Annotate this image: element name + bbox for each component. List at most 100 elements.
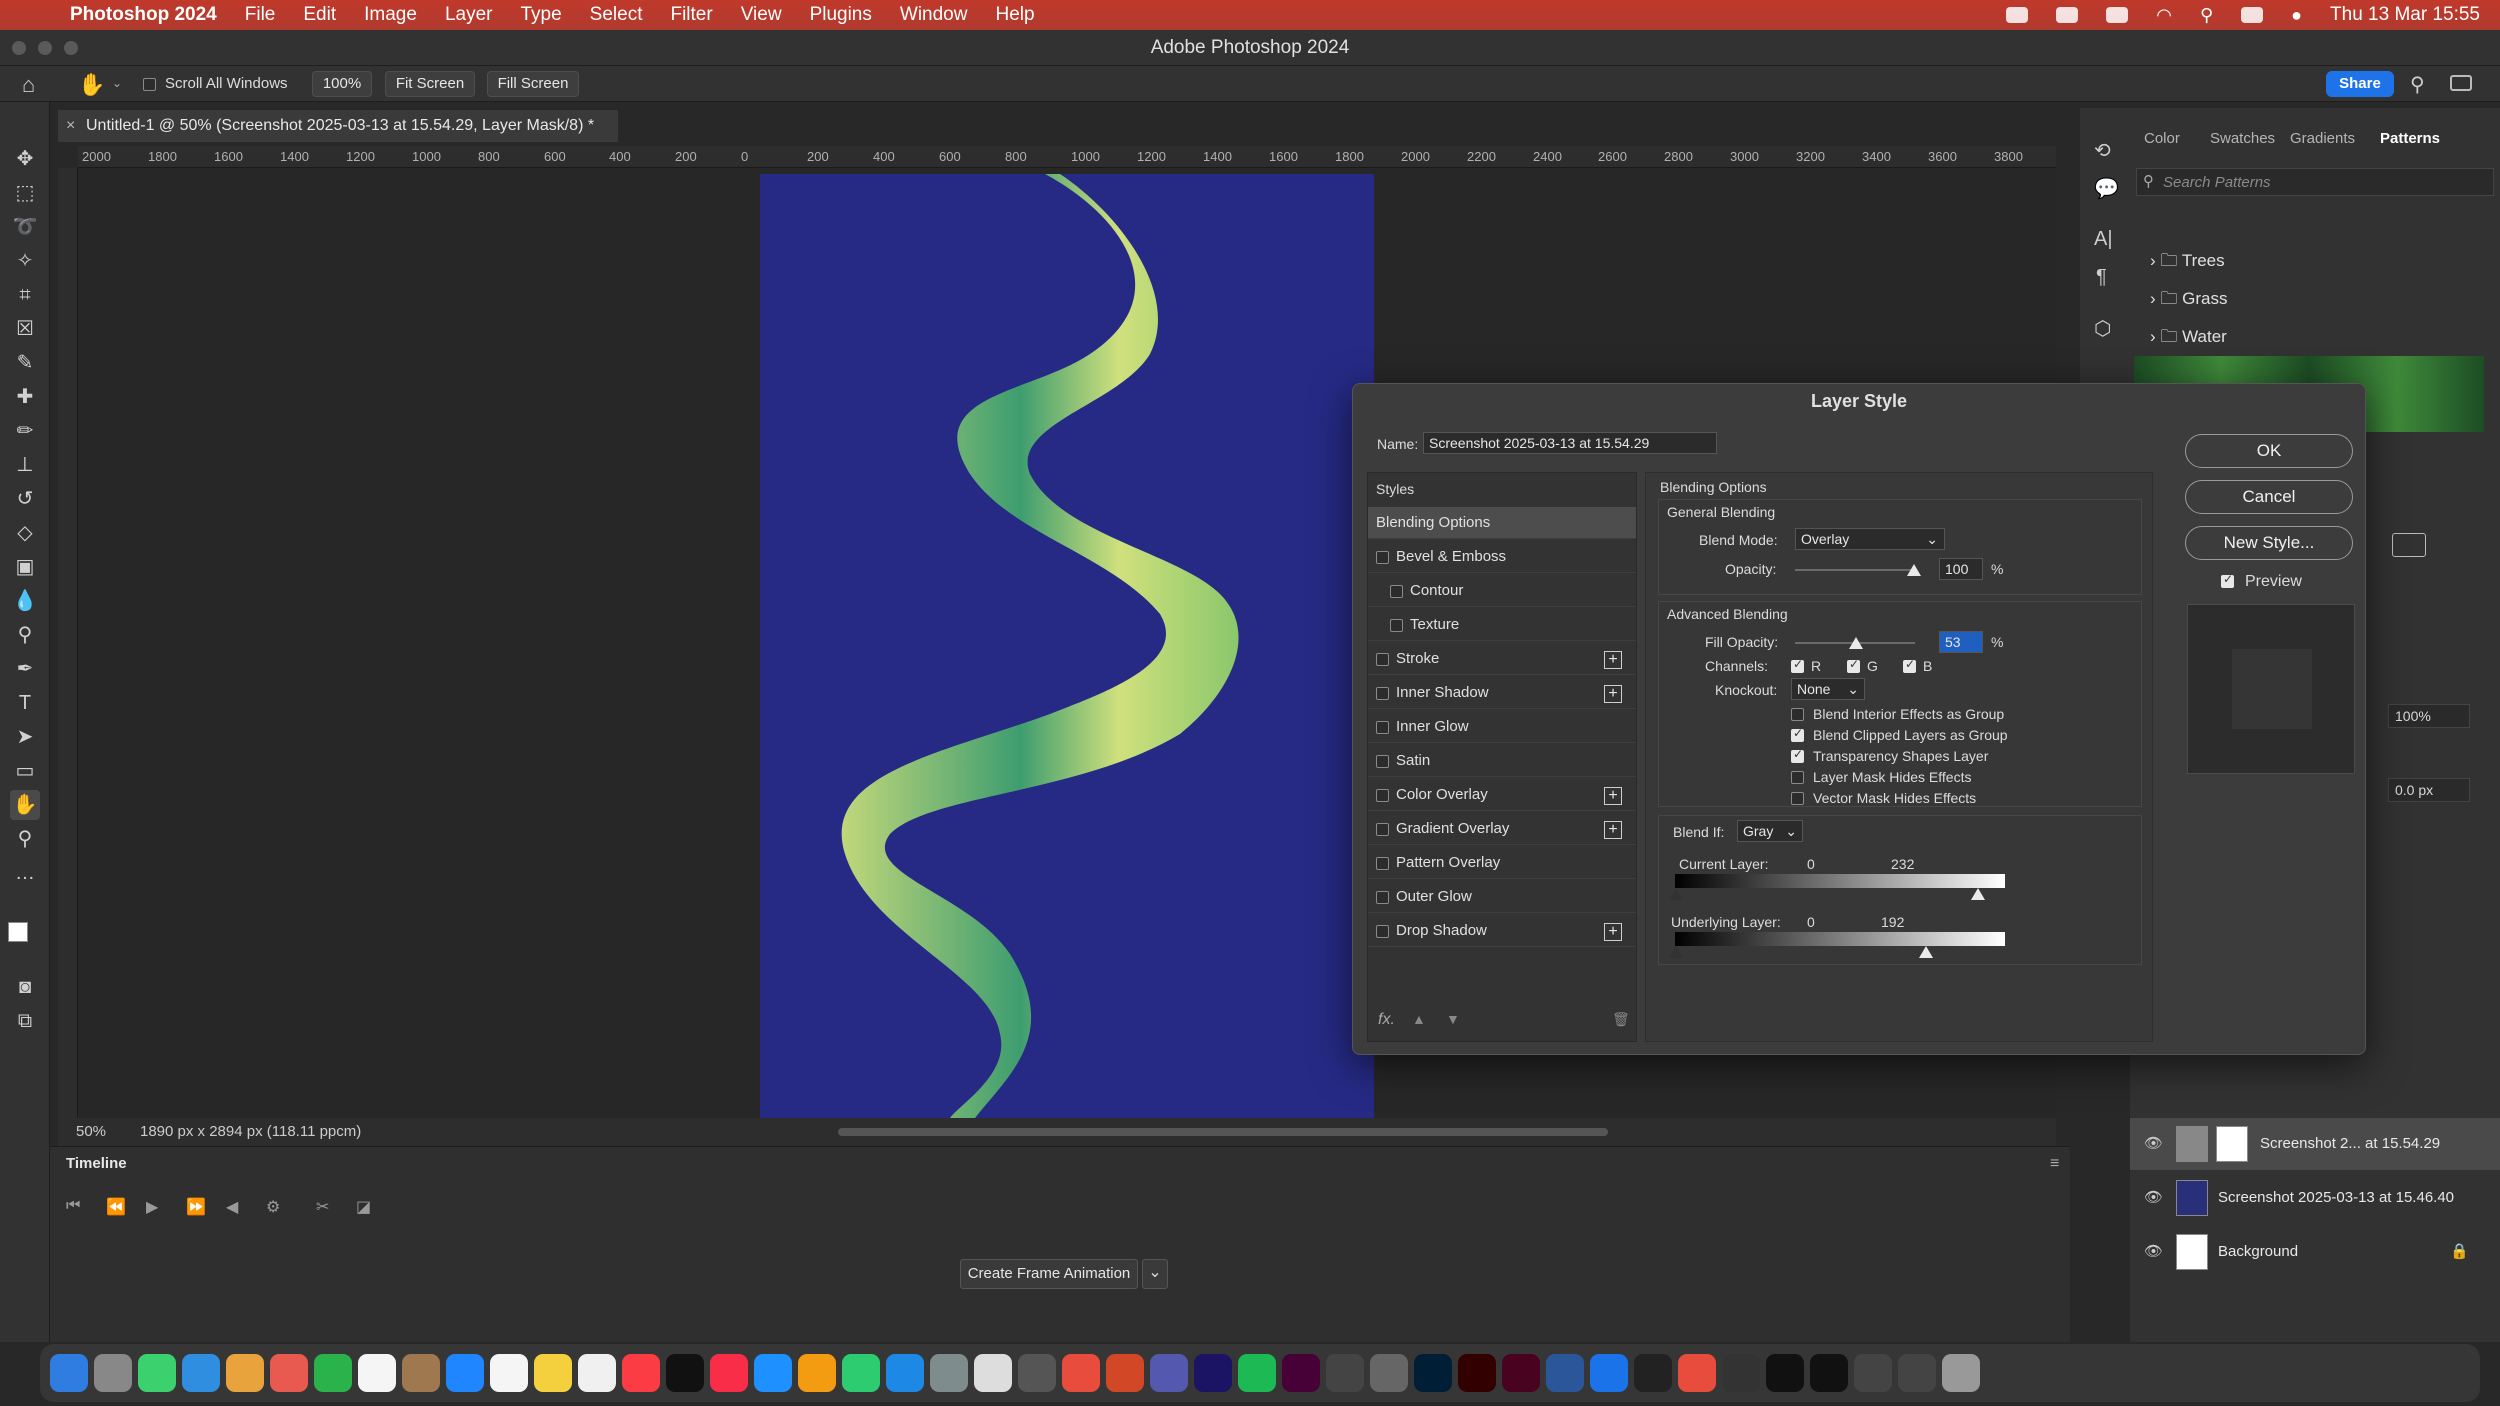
split-icon[interactable]: ✂ xyxy=(316,1197,329,1217)
style-drop-shadow[interactable]: Drop Shadow + xyxy=(1368,915,1636,947)
facetime-icon[interactable] xyxy=(314,1354,352,1392)
keynote-icon[interactable] xyxy=(754,1354,792,1392)
channel-g-checkbox[interactable] xyxy=(1847,657,1860,673)
downloads-icon[interactable] xyxy=(1722,1354,1760,1392)
opacity-field[interactable]: 100 xyxy=(1939,558,1983,580)
move-tool-icon[interactable]: ✥ xyxy=(10,144,40,174)
properties-opacity-field[interactable]: 100% xyxy=(2388,704,2470,728)
frame-tool-icon[interactable]: ☒ xyxy=(10,314,40,344)
brush-tool-icon[interactable]: ✏ xyxy=(10,416,40,446)
style-outer-glow[interactable]: Outer Glow xyxy=(1368,881,1636,913)
style-blending-options[interactable]: Blending Options xyxy=(1368,507,1636,539)
move-up-icon[interactable]: ▲ xyxy=(1412,1011,1426,1027)
current-layer-black-thumb[interactable] xyxy=(1669,888,1683,900)
menu-plugins[interactable]: Plugins xyxy=(810,4,872,26)
type-tool-icon[interactable]: T xyxy=(10,688,40,718)
zoom-window-button[interactable] xyxy=(64,41,78,55)
safari-icon[interactable] xyxy=(446,1354,484,1392)
tab-swatches[interactable]: Swatches xyxy=(2210,130,2275,147)
spotify-icon[interactable] xyxy=(1238,1354,1276,1392)
illustrator-icon[interactable] xyxy=(1458,1354,1496,1392)
style-inner-glow[interactable]: Inner Glow xyxy=(1368,711,1636,743)
menu-filter[interactable]: Filter xyxy=(670,4,712,26)
hand-tool-icon[interactable]: ✋ xyxy=(10,790,40,820)
current-layer-gradient[interactable] xyxy=(1675,874,2005,888)
menu-file[interactable]: File xyxy=(245,4,276,26)
calendar-icon[interactable] xyxy=(358,1354,396,1392)
gradient-tool-icon[interactable]: ▣ xyxy=(10,552,40,582)
underlying-layer-gradient[interactable] xyxy=(1675,932,2005,946)
layer-row[interactable]: 👁 Screenshot 2... at 15.54.29 xyxy=(2130,1118,2500,1170)
current-layer-white-thumb[interactable] xyxy=(1971,888,1985,900)
teams-icon[interactable] xyxy=(1150,1354,1188,1392)
move-down-icon[interactable]: ▼ xyxy=(1446,1011,1460,1027)
menu-image[interactable]: Image xyxy=(364,4,417,26)
chrome-icon[interactable] xyxy=(1062,1354,1100,1392)
menu-window[interactable]: Window xyxy=(900,4,968,26)
comments-icon[interactable]: 💬 xyxy=(2094,176,2119,201)
3d-icon[interactable]: ⬡ xyxy=(2094,316,2111,341)
menu-view[interactable]: View xyxy=(741,4,782,26)
messages-icon[interactable] xyxy=(138,1354,176,1392)
numbers-icon[interactable] xyxy=(842,1354,880,1392)
style-checkbox[interactable] xyxy=(1376,551,1389,564)
eyedropper-icon[interactable]: ✎ xyxy=(10,348,40,378)
app-icon[interactable] xyxy=(1370,1354,1408,1392)
lasso-tool-icon[interactable]: ➰ xyxy=(10,212,40,242)
layer-mask-hides-checkbox[interactable] xyxy=(1791,771,1804,784)
style-checkbox[interactable] xyxy=(1376,687,1389,700)
paragraph-icon[interactable]: ¶ xyxy=(2096,266,2107,289)
foreground-color-swatch[interactable] xyxy=(8,922,28,942)
style-inner-shadow[interactable]: Inner Shadow + xyxy=(1368,677,1636,709)
knockout-select[interactable]: None ⌄ xyxy=(1791,678,1865,700)
add-style-icon[interactable]: + xyxy=(1604,923,1622,941)
blend-clipped-checkbox[interactable] xyxy=(1791,726,1804,742)
style-bevel-emboss[interactable]: Bevel & Emboss xyxy=(1368,541,1636,573)
app-icon[interactable] xyxy=(1590,1354,1628,1392)
music-icon[interactable] xyxy=(622,1354,660,1392)
photos-icon[interactable] xyxy=(226,1354,264,1392)
menu-edit[interactable]: Edit xyxy=(303,4,336,26)
word-icon[interactable] xyxy=(1546,1354,1584,1392)
marquee-tool-icon[interactable]: ⬚ xyxy=(10,178,40,208)
fx-icon[interactable]: fx. xyxy=(1378,1011,1395,1029)
style-checkbox[interactable] xyxy=(1376,653,1389,666)
clock[interactable]: Thu 13 Mar 15:55 xyxy=(2330,4,2480,26)
style-checkbox[interactable] xyxy=(1390,585,1403,598)
add-style-icon[interactable]: + xyxy=(1604,685,1622,703)
next-frame-icon[interactable]: ⏩ xyxy=(186,1197,206,1217)
app-icon[interactable] xyxy=(402,1354,440,1392)
blend-mode-select[interactable]: Overlay ⌄ xyxy=(1795,528,1945,550)
clone-stamp-icon[interactable]: ⊥ xyxy=(10,450,40,480)
fill-opacity-field[interactable]: 53 xyxy=(1939,631,1983,653)
trash-icon[interactable] xyxy=(1942,1354,1980,1392)
menu-help[interactable]: Help xyxy=(995,4,1034,26)
style-checkbox[interactable] xyxy=(1376,823,1389,836)
layer-name-field[interactable]: Screenshot 2025-03-13 at 15.54.29 xyxy=(1423,432,1717,454)
history-icon[interactable]: ⟲ xyxy=(2094,138,2111,163)
eye-icon[interactable]: 👁 xyxy=(2144,1188,2163,1206)
tv-icon[interactable] xyxy=(666,1354,704,1392)
folder-trees[interactable]: › 🗀 Trees xyxy=(2150,248,2225,277)
properties-feather-field[interactable]: 0.0 px xyxy=(2388,778,2470,802)
document-dimensions[interactable]: 1890 px x 2894 px (118.11 ppcm) xyxy=(140,1118,361,1146)
add-style-icon[interactable]: + xyxy=(1604,821,1622,839)
chevron-down-icon[interactable]: ⌄ xyxy=(1142,1259,1168,1289)
siri-icon[interactable]: ● xyxy=(2291,5,2302,26)
document-tab[interactable]: × Untitled-1 @ 50% (Screenshot 2025-03-1… xyxy=(58,110,618,142)
panel-menu-icon[interactable]: ≡ xyxy=(2050,1155,2059,1173)
premiere-icon[interactable] xyxy=(1194,1354,1232,1392)
zoom-level[interactable]: 50% xyxy=(76,1118,106,1146)
opacity-slider-thumb[interactable] xyxy=(1907,564,1921,576)
search-icon[interactable]: ⚲ xyxy=(2410,72,2425,97)
channel-b-checkbox[interactable] xyxy=(1903,657,1916,673)
style-checkbox[interactable] xyxy=(1390,619,1403,632)
close-tab-icon[interactable]: × xyxy=(66,110,75,142)
style-pattern-overlay[interactable]: Pattern Overlay xyxy=(1368,847,1636,879)
finder-icon[interactable] xyxy=(50,1354,88,1392)
vector-mask-hides-checkbox[interactable] xyxy=(1791,792,1804,805)
style-checkbox[interactable] xyxy=(1376,857,1389,870)
create-frame-animation-button[interactable]: Create Frame Animation xyxy=(960,1259,1138,1289)
folder-grass[interactable]: › 🗀 Grass xyxy=(2150,286,2227,315)
xd-icon[interactable] xyxy=(1282,1354,1320,1392)
